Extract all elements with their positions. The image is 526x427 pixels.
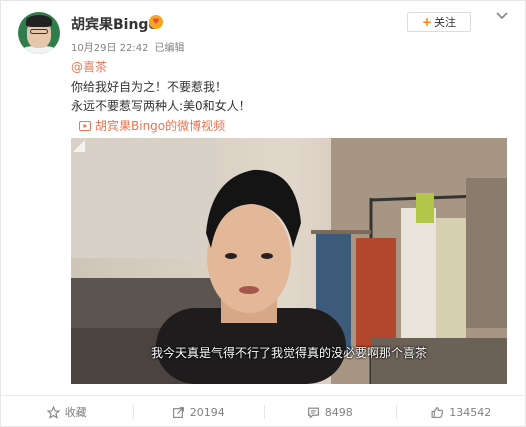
video-link-icon: [79, 120, 91, 131]
weibo-post-card: 胡宾果Bingo ♥ 10月29日 22:42 已编辑 + 关注 @喜茶 你给我好…: [0, 0, 526, 427]
action-bar: 收藏 20194 8498 134542: [1, 396, 526, 427]
video-player[interactable]: 我今天真是气得不行了我觉得真的没必要啊那个喜茶: [71, 138, 507, 384]
comment-button[interactable]: 8498: [264, 396, 396, 427]
repost-count: 20194: [189, 405, 225, 419]
post-meta: 10月29日 22:42 已编辑: [71, 39, 184, 54]
repost-button[interactable]: 20194: [132, 396, 265, 427]
post-time[interactable]: 10月29日 22:42: [71, 43, 148, 54]
favorite-label: 收藏: [64, 406, 87, 419]
video-link-label: 胡宾果Bingo的微博视频: [95, 119, 226, 133]
thumbs-up-icon: [431, 406, 444, 418]
post-text-line: 永远不要惹写两种人:美0和女人！: [71, 99, 251, 113]
follow-button[interactable]: + 关注: [407, 12, 471, 32]
comment-count: 8498: [324, 405, 353, 419]
video-link[interactable]: 胡宾果Bingo的微博视频: [79, 117, 225, 134]
like-button[interactable]: 134542: [395, 396, 526, 427]
post-text-line: 你给我好自为之！不要惹我！: [71, 80, 228, 94]
chevron-down-icon[interactable]: [495, 11, 509, 21]
fullscreen-icon[interactable]: [71, 138, 87, 154]
author-name[interactable]: 胡宾果Bingo: [71, 14, 158, 34]
follow-label: 关注: [434, 16, 457, 29]
star-icon: [46, 405, 60, 419]
favorite-button[interactable]: 收藏: [1, 396, 133, 427]
vip-badge-icon: ♥: [149, 15, 163, 29]
author-avatar[interactable]: [18, 12, 60, 54]
topic-mention-link[interactable]: @喜茶: [71, 58, 107, 75]
edited-label: 已编辑: [154, 43, 185, 54]
video-subtitle: 我今天真是气得不行了我觉得真的没必要啊那个喜茶: [150, 346, 427, 360]
plus-icon: +: [421, 15, 433, 29]
comment-icon: [307, 407, 319, 419]
like-count: 134542: [449, 405, 492, 419]
repost-icon: [172, 406, 184, 418]
